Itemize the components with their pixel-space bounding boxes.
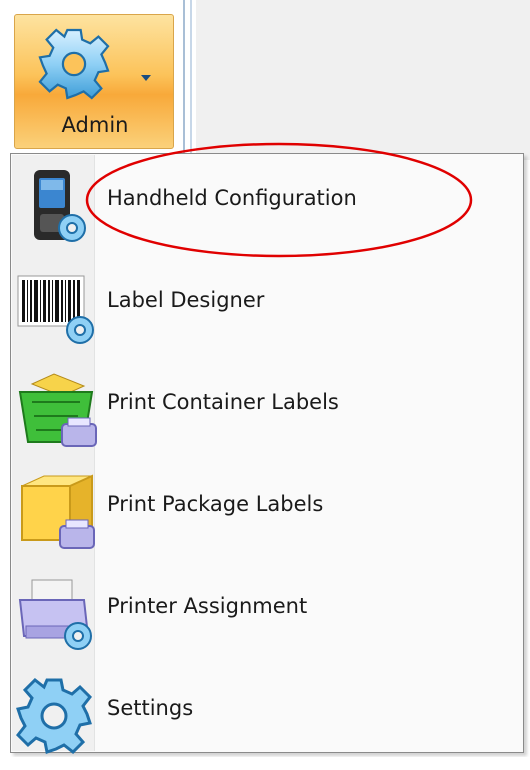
bottom-area	[0, 757, 530, 770]
menu-item-settings[interactable]: Settings	[12, 664, 522, 764]
gear-icon	[16, 678, 92, 754]
menu-item-label: Label Designer	[107, 288, 265, 312]
container-printer-icon	[18, 373, 97, 447]
admin-button[interactable]: Admin	[14, 14, 174, 149]
annotation-ellipse	[85, 142, 473, 258]
chevron-down-icon[interactable]	[139, 73, 153, 83]
printer-gear-icon	[18, 579, 92, 650]
gear-icon	[38, 28, 110, 100]
ribbon-group-separator-inner	[190, 0, 192, 160]
menu-item-label: Print Package Labels	[107, 492, 324, 516]
menu-item-print-package-labels[interactable]: Print Package Labels	[12, 460, 522, 560]
menu-item-print-container-labels[interactable]: Print Container Labels	[12, 358, 522, 458]
ribbon: Admin	[0, 0, 530, 160]
menu-item-label: Settings	[107, 696, 194, 720]
menu-item-printer-assignment[interactable]: Printer Assignment	[12, 562, 522, 662]
menu-item-label: Print Container Labels	[107, 390, 339, 414]
barcode-gear-icon	[17, 275, 94, 344]
menu-item-label-designer[interactable]: Label Designer	[12, 256, 522, 356]
admin-button-label: Admin	[61, 113, 129, 137]
package-printer-icon	[21, 474, 95, 549]
ribbon-group-separator	[183, 0, 185, 160]
ribbon-empty-area	[196, 0, 530, 160]
menu-item-label: Printer Assignment	[107, 594, 308, 618]
